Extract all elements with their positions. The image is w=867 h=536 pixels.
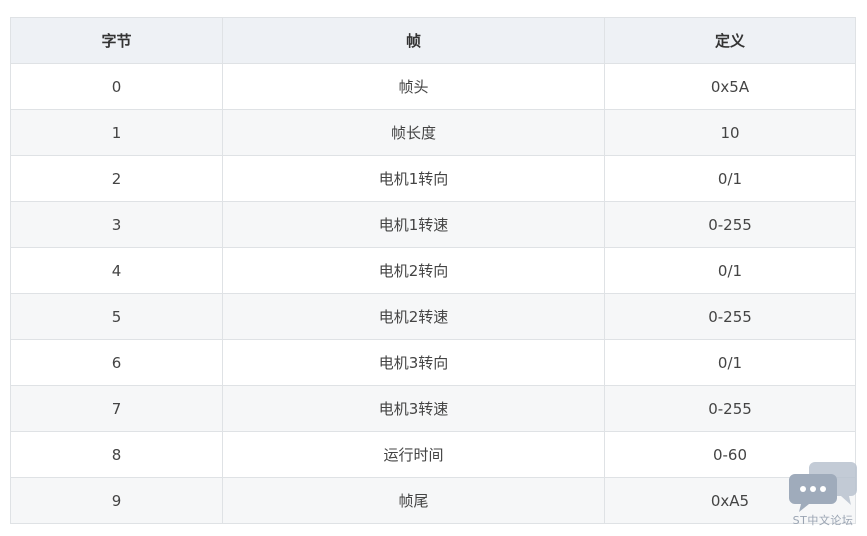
site-watermark: ST中文论坛 bbox=[785, 458, 861, 528]
table-row: 9 帧尾 0xA5 bbox=[10, 477, 856, 524]
cell-byte: 1 bbox=[10, 109, 223, 156]
cell-definition: 0/1 bbox=[604, 155, 856, 202]
cell-frame: 电机3转速 bbox=[222, 385, 605, 432]
table-row: 2 电机1转向 0/1 bbox=[10, 155, 856, 202]
cell-definition: 0-255 bbox=[604, 201, 856, 248]
cell-frame: 帧头 bbox=[222, 63, 605, 110]
cell-definition: 0x5A bbox=[604, 63, 856, 110]
table-row: 1 帧长度 10 bbox=[10, 109, 856, 156]
watermark-text: ST中文论坛 bbox=[792, 514, 854, 527]
cell-byte: 7 bbox=[10, 385, 223, 432]
frame-definition-table: 字节 帧 定义 0 帧头 0x5A 1 帧长度 10 2 电机1转向 0/1 3… bbox=[10, 17, 856, 524]
table-row: 8 运行时间 0-60 bbox=[10, 431, 856, 478]
frame-definition-table-container: 字节 帧 定义 0 帧头 0x5A 1 帧长度 10 2 电机1转向 0/1 3… bbox=[10, 17, 856, 524]
cell-definition: 10 bbox=[604, 109, 856, 156]
header-byte: 字节 bbox=[10, 17, 223, 64]
cell-frame: 电机2转向 bbox=[222, 247, 605, 294]
table-row: 7 电机3转速 0-255 bbox=[10, 385, 856, 432]
cell-frame: 电机1转向 bbox=[222, 155, 605, 202]
cell-byte: 8 bbox=[10, 431, 223, 478]
cell-definition: 0-255 bbox=[604, 385, 856, 432]
cell-definition: 0/1 bbox=[604, 247, 856, 294]
table-header-row: 字节 帧 定义 bbox=[10, 17, 856, 64]
cell-byte: 4 bbox=[10, 247, 223, 294]
table-row: 0 帧头 0x5A bbox=[10, 63, 856, 110]
cell-byte: 2 bbox=[10, 155, 223, 202]
table-row: 6 电机3转向 0/1 bbox=[10, 339, 856, 386]
cell-byte: 5 bbox=[10, 293, 223, 340]
cell-byte: 0 bbox=[10, 63, 223, 110]
cell-frame: 电机1转速 bbox=[222, 201, 605, 248]
cell-byte: 6 bbox=[10, 339, 223, 386]
cell-frame: 电机3转向 bbox=[222, 339, 605, 386]
cell-frame: 帧长度 bbox=[222, 109, 605, 156]
cell-byte: 9 bbox=[10, 477, 223, 524]
table-row: 4 电机2转向 0/1 bbox=[10, 247, 856, 294]
cell-definition: 0/1 bbox=[604, 339, 856, 386]
header-definition: 定义 bbox=[604, 17, 856, 64]
table-row: 3 电机1转速 0-255 bbox=[10, 201, 856, 248]
header-frame: 帧 bbox=[222, 17, 605, 64]
chat-bubbles-icon bbox=[789, 462, 857, 512]
cell-byte: 3 bbox=[10, 201, 223, 248]
cell-frame: 运行时间 bbox=[222, 431, 605, 478]
table-row: 5 电机2转速 0-255 bbox=[10, 293, 856, 340]
cell-frame: 帧尾 bbox=[222, 477, 605, 524]
cell-definition: 0-255 bbox=[604, 293, 856, 340]
cell-frame: 电机2转速 bbox=[222, 293, 605, 340]
